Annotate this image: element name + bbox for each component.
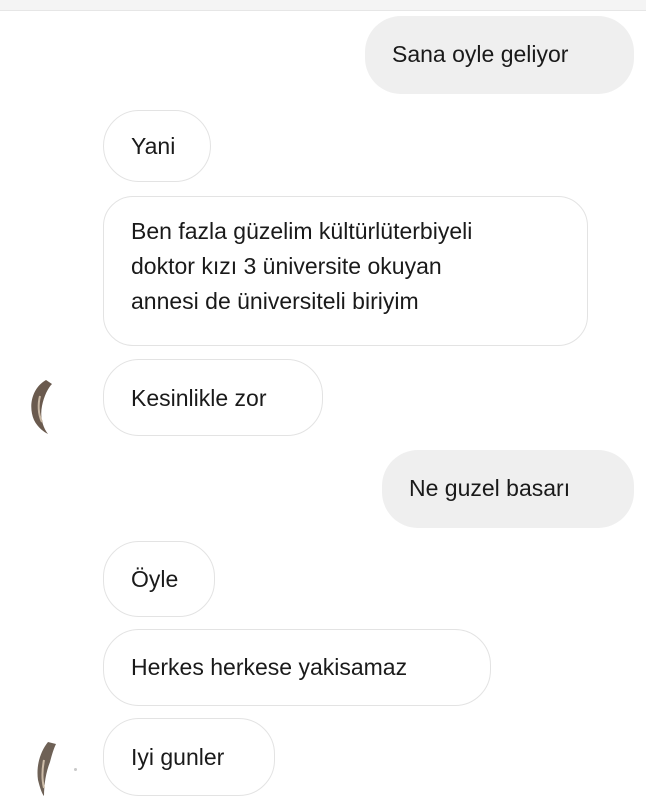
message-text-line: Ben fazla güzelim kültürlüterbiyeli <box>131 218 473 244</box>
message-bubble-received[interactable]: Yani <box>103 110 211 182</box>
contact-avatar-icon[interactable] <box>18 376 58 436</box>
message-text-line: annesi de üniversiteli biriyim <box>131 288 419 314</box>
message-bubble-received[interactable]: Ben fazla güzelim kültürlüterbiyeli dokt… <box>103 196 588 346</box>
message-text: Sana oyle geliyor <box>392 41 569 67</box>
message-bubble-received[interactable]: Herkes herkese yakisamaz <box>103 629 491 706</box>
message-text: Yani <box>131 133 176 159</box>
message-bubble-received[interactable]: Kesinlikle zor <box>103 359 323 436</box>
message-text: Kesinlikle zor <box>131 385 267 411</box>
contact-avatar-icon[interactable] <box>22 738 62 798</box>
message-text: Herkes herkese yakisamaz <box>131 654 408 680</box>
message-text: Ne guzel basarı <box>409 475 571 501</box>
thread-top-divider <box>0 0 646 11</box>
message-bubble-sent[interactable]: Ne guzel basarı <box>382 450 634 528</box>
message-text: Öyle <box>131 566 179 592</box>
message-bubble-received[interactable]: Öyle <box>103 541 215 617</box>
avatar-status-dot <box>74 768 77 771</box>
message-text-line: doktor kızı 3 üniversite okuyan <box>131 253 442 279</box>
message-text: Iyi gunler <box>131 744 225 770</box>
message-bubble-received[interactable]: Iyi gunler <box>103 718 275 796</box>
message-bubble-sent[interactable]: Sana oyle geliyor <box>365 16 634 94</box>
